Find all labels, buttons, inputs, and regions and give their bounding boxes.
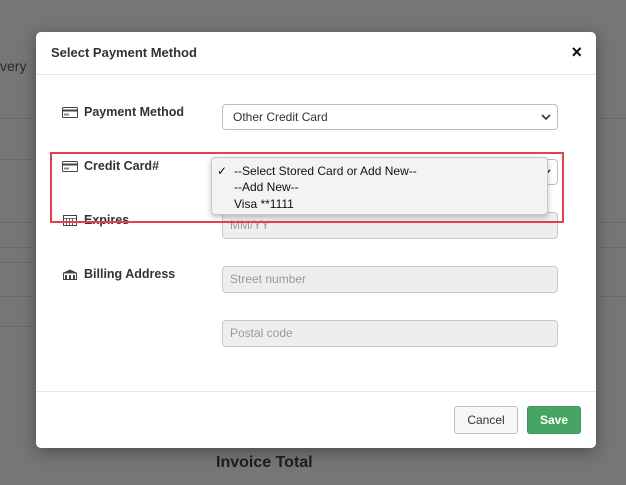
payment-method-modal: Select Payment Method × Payment Method O… [36, 32, 596, 448]
modal-footer: Cancel Save [36, 391, 596, 449]
payment-method-label: Payment Method [62, 105, 184, 119]
credit-card-icon [62, 106, 78, 118]
chevron-down-icon [541, 114, 551, 121]
payment-method-select[interactable]: Other Credit Card [222, 104, 558, 130]
save-button[interactable]: Save [527, 406, 581, 434]
highlight-box [50, 152, 564, 223]
close-button[interactable]: × [571, 42, 582, 62]
billing-address-label: Billing Address [62, 267, 175, 281]
building-icon [62, 269, 78, 280]
invoice-total-label: Invoice Total [216, 454, 313, 471]
modal-header: Select Payment Method × [36, 32, 596, 75]
background-nav-text: very [0, 58, 27, 74]
cancel-button[interactable]: Cancel [454, 406, 518, 434]
postal-code-input[interactable]: Postal code [222, 320, 558, 347]
modal-title: Select Payment Method [51, 45, 197, 60]
street-number-input[interactable]: Street number [222, 266, 558, 293]
